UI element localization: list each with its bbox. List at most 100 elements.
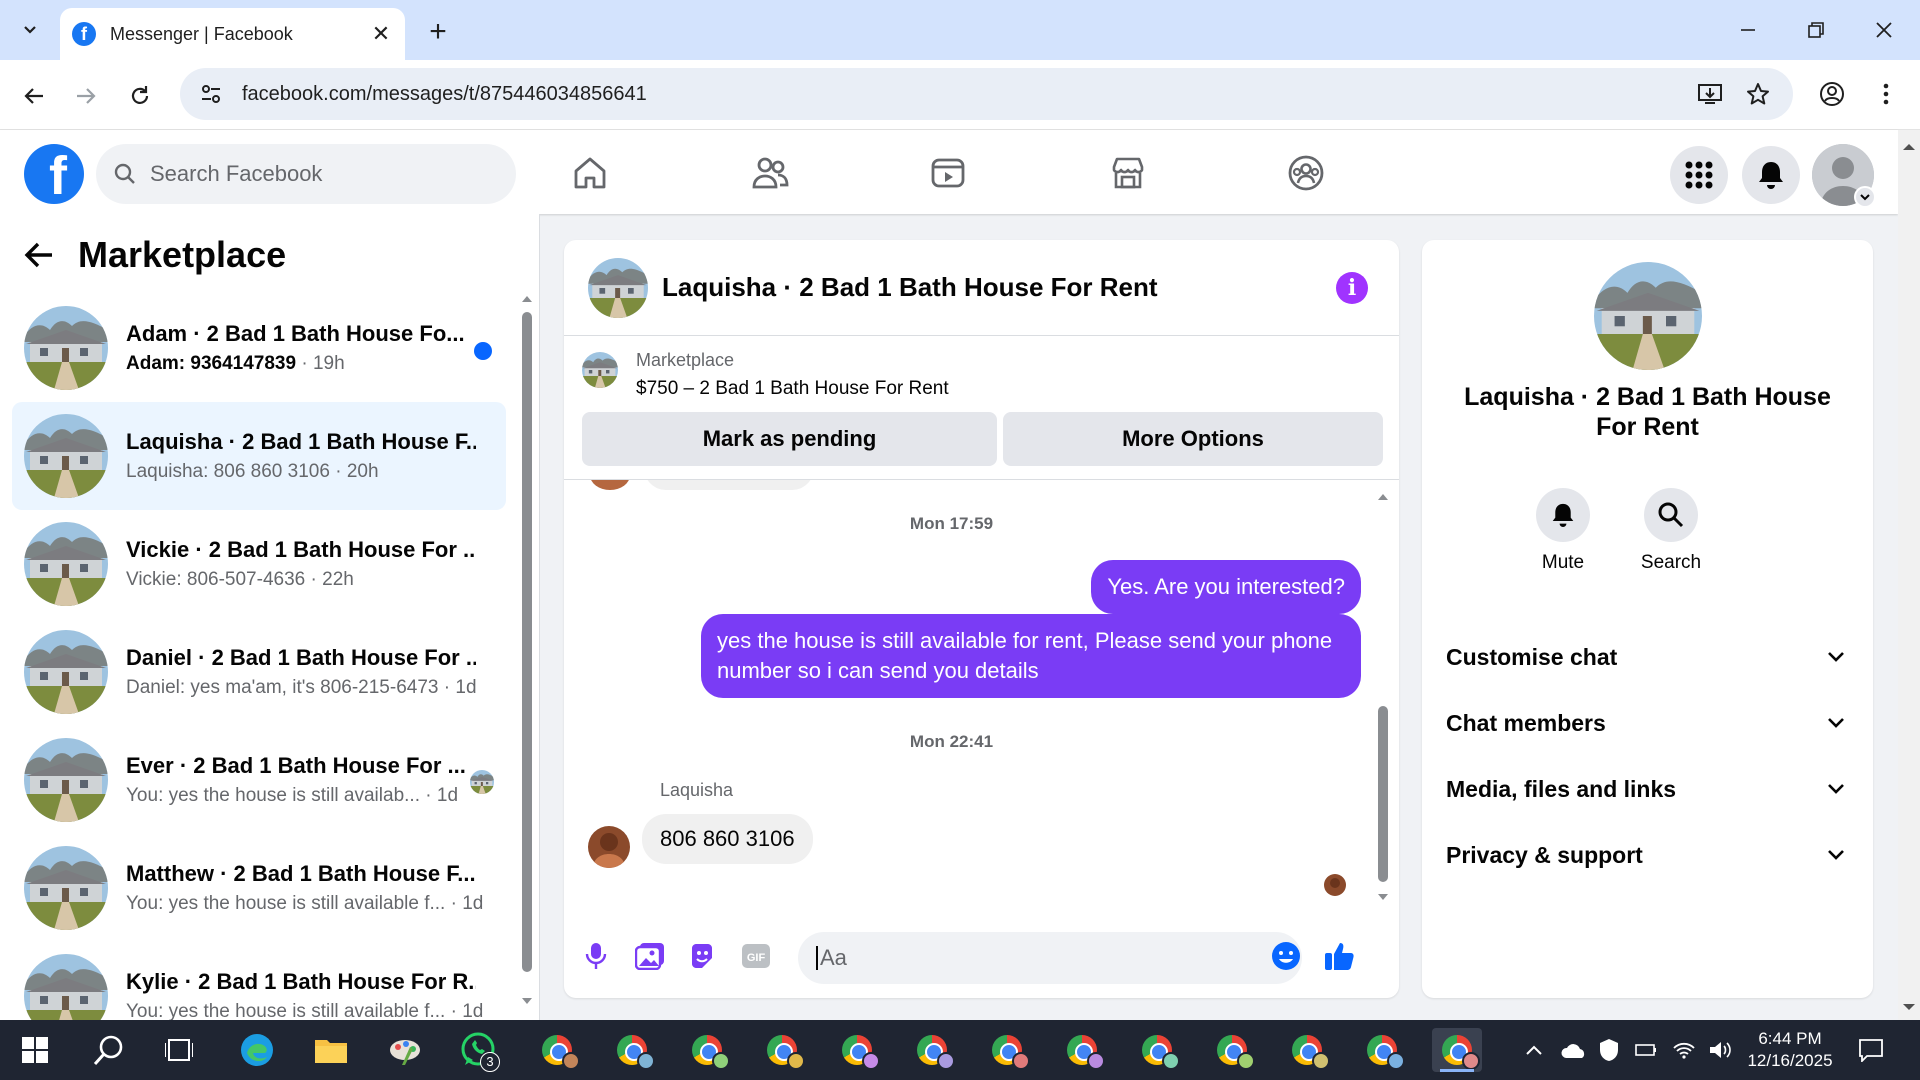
start-button[interactable] bbox=[10, 1028, 60, 1072]
minimize-button[interactable] bbox=[1720, 8, 1776, 52]
sender-avatar[interactable] bbox=[588, 826, 630, 868]
chat-members-row[interactable]: Chat members bbox=[1446, 698, 1846, 748]
conversation-row[interactable]: Vickie · 2 Bad 1 Bath House For ... Vicki… bbox=[12, 510, 506, 618]
chevron-up-icon[interactable] bbox=[1524, 1043, 1544, 1057]
taskbar-chrome-window[interactable] bbox=[607, 1028, 657, 1072]
listing-card: Marketplace $750 – 2 Bad 1 Bath House Fo… bbox=[564, 336, 1399, 480]
nav-marketplace[interactable] bbox=[1098, 148, 1158, 198]
wifi-icon[interactable] bbox=[1672, 1040, 1696, 1060]
info-button[interactable]: i bbox=[1336, 272, 1368, 304]
tab-close-icon[interactable]: ✕ bbox=[369, 21, 393, 47]
battery-icon[interactable] bbox=[1634, 1041, 1658, 1059]
menu-button[interactable] bbox=[1670, 146, 1728, 204]
task-view-button[interactable] bbox=[154, 1028, 204, 1072]
taskbar-chrome-window[interactable] bbox=[682, 1028, 732, 1072]
taskbar-chrome-window[interactable] bbox=[982, 1028, 1032, 1072]
taskbar-app-paint[interactable] bbox=[380, 1028, 430, 1072]
facebook-logo-icon[interactable]: f bbox=[24, 144, 84, 204]
notifications-button[interactable] bbox=[1742, 146, 1800, 204]
forward-button[interactable] bbox=[66, 76, 106, 116]
chat-list-scrollbar[interactable] bbox=[520, 292, 534, 1004]
onedrive-icon[interactable] bbox=[1560, 1040, 1588, 1060]
conversation-row[interactable]: Adam · 2 Bad 1 Bath House Fo... Adam: 936… bbox=[12, 294, 506, 402]
restore-button[interactable] bbox=[1788, 8, 1844, 52]
back-arrow-icon[interactable] bbox=[24, 241, 54, 269]
browser-menu-button[interactable] bbox=[1868, 76, 1904, 112]
taskbar-chrome-window[interactable] bbox=[1282, 1028, 1332, 1072]
listing-title[interactable]: $750 – 2 Bad 1 Bath House For Rent bbox=[636, 378, 949, 400]
bookmark-button[interactable] bbox=[1740, 76, 1776, 112]
timestamp: Mon 22:41 bbox=[909, 732, 994, 751]
chat-scrollbar[interactable] bbox=[1376, 490, 1390, 900]
mute-button[interactable]: Mute bbox=[1518, 488, 1608, 574]
reload-button[interactable] bbox=[120, 76, 160, 116]
scroll-up-arrow-icon[interactable] bbox=[520, 292, 534, 304]
chat-avatar[interactable] bbox=[588, 257, 648, 318]
scroll-down-arrow-icon[interactable] bbox=[520, 996, 534, 1008]
taskbar-clock[interactable]: 6:44 PM 12/16/2025 bbox=[1730, 1028, 1850, 1072]
search-in-conversation-button[interactable]: Search bbox=[1626, 488, 1716, 574]
close-window-button[interactable] bbox=[1856, 8, 1912, 52]
nav-groups[interactable] bbox=[1276, 148, 1336, 198]
taskbar-chrome-window[interactable] bbox=[1057, 1028, 1107, 1072]
site-settings-icon[interactable] bbox=[200, 83, 222, 105]
install-app-button[interactable] bbox=[1692, 76, 1728, 112]
taskbar-chrome-window[interactable] bbox=[1357, 1028, 1407, 1072]
privacy-support-row[interactable]: Privacy & support bbox=[1446, 830, 1846, 880]
attach-photo-button[interactable] bbox=[632, 938, 668, 974]
message-thread: Mon 17:59 Yes. Are you interested? yes t… bbox=[564, 480, 1399, 912]
conversation-row[interactable]: Matthew · 2 Bad 1 Bath House F... You: ye… bbox=[12, 834, 506, 942]
taskbar-chrome-window[interactable] bbox=[757, 1028, 807, 1072]
scrollbar-thumb[interactable] bbox=[1378, 706, 1388, 882]
taskbar-chrome-window[interactable] bbox=[832, 1028, 882, 1072]
taskbar-chrome-window[interactable] bbox=[907, 1028, 957, 1072]
gif-button[interactable]: GIF bbox=[738, 938, 774, 974]
conversation-row[interactable]: Ever · 2 Bad 1 Bath House For ... You: ye… bbox=[12, 726, 506, 834]
scroll-down-arrow-icon[interactable] bbox=[1898, 996, 1920, 1018]
taskbar-chrome-window[interactable] bbox=[532, 1028, 582, 1072]
notification-center-button[interactable] bbox=[1846, 1028, 1896, 1072]
tab-list-button[interactable] bbox=[10, 12, 50, 48]
taskbar-file-explorer[interactable] bbox=[306, 1028, 356, 1072]
taskbar-edge[interactable] bbox=[232, 1028, 282, 1072]
scroll-up-arrow-icon[interactable] bbox=[1898, 136, 1920, 158]
nav-home[interactable] bbox=[560, 148, 620, 198]
address-bar[interactable]: facebook.com/messages/t/875446034856641 bbox=[180, 68, 1793, 120]
back-button[interactable] bbox=[14, 76, 54, 116]
customise-chat-row[interactable]: Customise chat bbox=[1446, 632, 1846, 682]
incoming-message[interactable]: 806 860 3106 bbox=[642, 814, 813, 864]
outgoing-message[interactable]: yes the house is still available for ren… bbox=[701, 614, 1361, 698]
taskbar-chrome-window[interactable] bbox=[1432, 1028, 1482, 1072]
nav-video[interactable] bbox=[918, 148, 978, 198]
profile-button[interactable] bbox=[1814, 76, 1850, 112]
nav-friends[interactable] bbox=[740, 148, 800, 198]
sticker-button[interactable] bbox=[684, 938, 720, 974]
browser-tab-messenger[interactable]: f Messenger | Facebook ✕ bbox=[60, 8, 405, 60]
conversation-row[interactable]: Laquisha · 2 Bad 1 Bath House F... Laquis… bbox=[12, 402, 506, 510]
taskbar-chrome-window[interactable] bbox=[1207, 1028, 1257, 1072]
conversation-avatar[interactable] bbox=[1594, 262, 1702, 370]
taskbar-whatsapp[interactable]: 3 bbox=[454, 1028, 504, 1072]
emoji-button[interactable] bbox=[1268, 938, 1304, 974]
message-input[interactable]: Aa bbox=[798, 932, 1302, 984]
scroll-down-arrow-icon[interactable] bbox=[1376, 892, 1390, 904]
security-shield-icon[interactable] bbox=[1598, 1038, 1620, 1062]
new-tab-button[interactable]: + bbox=[420, 14, 456, 50]
voice-clip-button[interactable] bbox=[578, 938, 614, 974]
outgoing-message[interactable]: Yes. Are you interested? bbox=[1091, 560, 1361, 614]
listing-thumbnail[interactable] bbox=[582, 352, 618, 388]
scrollbar-thumb[interactable] bbox=[522, 312, 532, 972]
like-button[interactable] bbox=[1322, 938, 1358, 974]
facebook-search-input[interactable]: Search Facebook bbox=[96, 144, 516, 204]
more-options-button[interactable]: More Options bbox=[1003, 412, 1383, 466]
volume-icon[interactable] bbox=[1708, 1040, 1732, 1060]
chat-title[interactable]: Laquisha · 2 Bad 1 Bath House For Rent bbox=[662, 272, 1158, 303]
conversation-row[interactable]: Daniel · 2 Bad 1 Bath House For ... Danie… bbox=[12, 618, 506, 726]
account-menu-caret[interactable] bbox=[1854, 186, 1876, 208]
media-files-links-row[interactable]: Media, files and links bbox=[1446, 764, 1846, 814]
taskbar-search-button[interactable] bbox=[84, 1028, 134, 1072]
scroll-up-arrow-icon[interactable] bbox=[1376, 490, 1390, 502]
mark-as-pending-button[interactable]: Mark as pending bbox=[582, 412, 997, 466]
taskbar-chrome-window[interactable] bbox=[1132, 1028, 1182, 1072]
page-scrollbar[interactable] bbox=[1898, 130, 1920, 1020]
